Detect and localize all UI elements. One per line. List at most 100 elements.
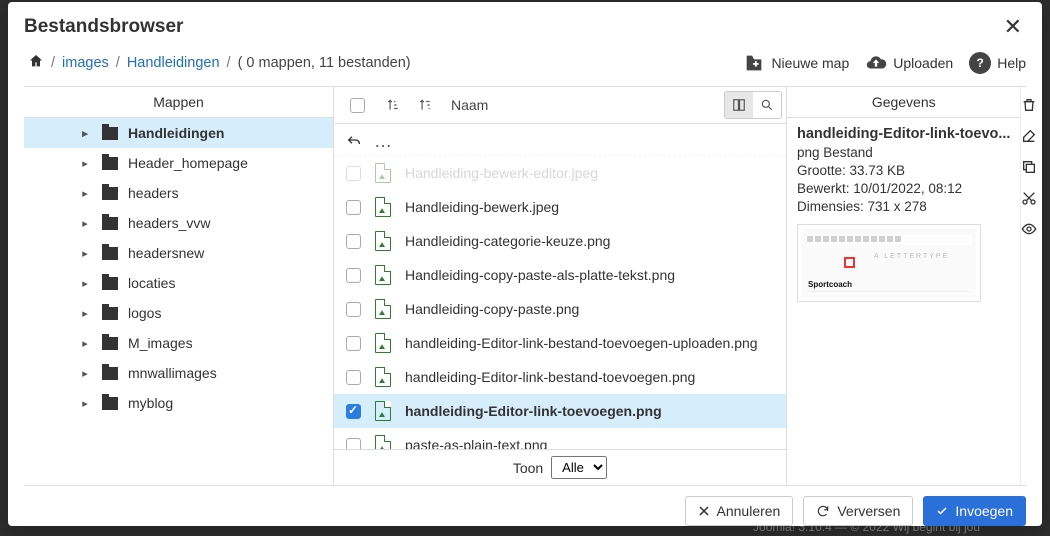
cloud-upload-icon	[865, 52, 887, 74]
x-icon	[698, 505, 710, 517]
folder-label: M_images	[128, 335, 193, 351]
folder-label: Handleidingen	[128, 125, 224, 141]
detail-action-bar	[1020, 87, 1037, 485]
select-all-checkbox[interactable]	[350, 98, 365, 113]
file-browser-modal: Bestandsbrowser ✕ / images / Handleiding…	[8, 2, 1042, 526]
undo-icon	[346, 134, 362, 150]
sidebar-item-folder[interactable]: ▸myblog	[24, 388, 333, 418]
folder-label: headers_vvw	[128, 215, 211, 231]
refresh-button[interactable]: Verversen	[803, 496, 913, 526]
breadcrumb-sep: /	[51, 55, 55, 71]
file-checkbox[interactable]	[346, 438, 361, 450]
cancel-button[interactable]: Annuleren	[685, 496, 794, 526]
image-file-icon	[375, 333, 391, 353]
close-icon[interactable]: ✕	[1000, 12, 1026, 42]
image-file-icon	[375, 265, 391, 285]
file-name: Handleiding-copy-paste-als-platte-tekst.…	[405, 267, 675, 283]
file-row[interactable]: handleiding-Editor-link-bestand-toevoege…	[334, 326, 786, 360]
detail-dimensions: Dimensies: 731 x 278	[797, 199, 1010, 214]
file-checkbox[interactable]	[346, 268, 361, 283]
help-icon: ?	[969, 52, 991, 74]
folder-icon	[102, 127, 118, 140]
sidebar-item-folder[interactable]: ▸ M_images	[24, 328, 333, 358]
sidebar-item-folder[interactable]: ▸ headers_vvw	[24, 208, 333, 238]
toolbar-actions: Nieuwe map Uploaden ? Help	[743, 52, 1026, 74]
breadcrumb-current[interactable]: Handleidingen	[127, 55, 220, 71]
file-checkbox[interactable]	[346, 302, 361, 317]
folder-tree: ▸Handleidingen▸Header_homepage▸headers▸h…	[24, 118, 333, 418]
file-name: Handleiding-copy-paste.png	[405, 301, 579, 317]
files-list-scroll[interactable]: … Handleiding-bewerk-editor.jpeg Handlei…	[334, 124, 786, 449]
insert-button[interactable]: Invoegen	[923, 496, 1026, 526]
detail-thumbnail[interactable]: A LETTERTYPE Sportcoach	[797, 224, 981, 302]
caret-icon: ▸	[78, 187, 92, 200]
file-name: handleiding-Editor-link-bestand-toevoege…	[405, 369, 695, 385]
up-folder-row[interactable]: …	[334, 124, 786, 159]
file-name: Handleiding-bewerk-editor.jpeg	[405, 165, 598, 181]
file-checkbox[interactable]	[346, 166, 361, 181]
filter-label: Toon	[513, 460, 543, 476]
help-button[interactable]: ? Help	[969, 52, 1026, 74]
file-row[interactable]: handleiding-Editor-link-bestand-toevoege…	[334, 360, 786, 394]
file-checkbox[interactable]	[346, 200, 361, 215]
details-panel: Gegevens handleiding-Editor-link-toevo..…	[786, 87, 1026, 485]
new-folder-label: Nieuwe map	[771, 55, 849, 71]
folder-icon	[102, 277, 118, 290]
folder-icon	[102, 337, 118, 350]
caret-icon: ▸	[78, 217, 92, 230]
folder-plus-icon	[743, 52, 765, 74]
file-row[interactable]: Handleiding-copy-paste-als-platte-tekst.…	[334, 258, 786, 292]
files-footer: Toon Alle	[334, 449, 786, 485]
sidebar-item-folder[interactable]: ▸ Handleidingen	[24, 118, 333, 148]
file-name: Handleiding-categorie-keuze.png	[405, 233, 610, 249]
rename-icon[interactable]	[1021, 128, 1037, 147]
copy-icon[interactable]	[1021, 159, 1037, 178]
file-row[interactable]: Handleiding-bewerk.jpeg	[334, 190, 786, 224]
caret-icon: ▸	[78, 127, 92, 140]
ellipsis-icon: …	[374, 131, 393, 152]
details-main: Gegevens handleiding-Editor-link-toevo..…	[787, 87, 1020, 485]
help-label: Help	[997, 55, 1026, 71]
sidebar-item-folder[interactable]: ▸logos	[24, 298, 333, 328]
caret-icon: ▸	[78, 337, 92, 350]
sidebar-item-folder[interactable]: ▸locaties	[24, 268, 333, 298]
breadcrumb-images[interactable]: images	[62, 55, 109, 71]
file-checkbox[interactable]	[346, 370, 361, 385]
detail-modified: Bewerkt: 10/01/2022, 08:12	[797, 181, 1010, 196]
sort-name-button[interactable]	[411, 93, 439, 117]
upload-button[interactable]: Uploaden	[865, 52, 953, 74]
refresh-icon	[816, 504, 830, 518]
file-row-partial[interactable]: Handleiding-bewerk-editor.jpeg	[334, 155, 786, 190]
new-folder-button[interactable]: Nieuwe map	[743, 52, 849, 74]
delete-icon[interactable]	[1021, 97, 1037, 116]
search-button[interactable]	[753, 92, 781, 118]
file-checkbox[interactable]	[346, 234, 361, 249]
sidebar-item-folder[interactable]: ▸mnwallimages	[24, 358, 333, 388]
file-checkbox[interactable]	[346, 404, 361, 419]
breadcrumb-sep: /	[227, 55, 231, 71]
folders-header: Mappen	[24, 87, 333, 118]
cut-icon[interactable]	[1021, 190, 1037, 209]
sidebar-item-folder[interactable]: ▸headers	[24, 178, 333, 208]
filter-select[interactable]: Alle	[551, 456, 607, 479]
insert-label: Invoegen	[955, 503, 1013, 519]
name-column-header[interactable]: Naam	[443, 97, 720, 113]
home-icon[interactable]	[28, 53, 44, 73]
sidebar-item-folder[interactable]: ▸Header_homepage	[24, 148, 333, 178]
file-row[interactable]: Handleiding-copy-paste.png	[334, 292, 786, 326]
caret-icon: ▸	[78, 247, 92, 260]
file-name: handleiding-Editor-link-bestand-toevoege…	[405, 335, 758, 351]
files-panel: Naam … Handleiding	[334, 87, 786, 485]
file-checkbox[interactable]	[346, 336, 361, 351]
file-row[interactable]: Handleiding-categorie-keuze.png	[334, 224, 786, 258]
view-icon[interactable]	[1021, 221, 1037, 240]
folder-icon	[102, 217, 118, 230]
file-row[interactable]: paste-as-plain-text.png	[334, 428, 786, 449]
view-list-button[interactable]	[725, 92, 753, 118]
image-file-icon	[375, 163, 391, 183]
modal-header: Bestandsbrowser ✕	[8, 2, 1042, 42]
sidebar-item-folder[interactable]: ▸headersnew	[24, 238, 333, 268]
sort-ext-button[interactable]	[379, 93, 407, 117]
folder-tree-scroll[interactable]: ▸Handleidingen▸Header_homepage▸headers▸h…	[24, 118, 333, 485]
file-row[interactable]: handleiding-Editor-link-toevoegen.png	[334, 394, 786, 428]
